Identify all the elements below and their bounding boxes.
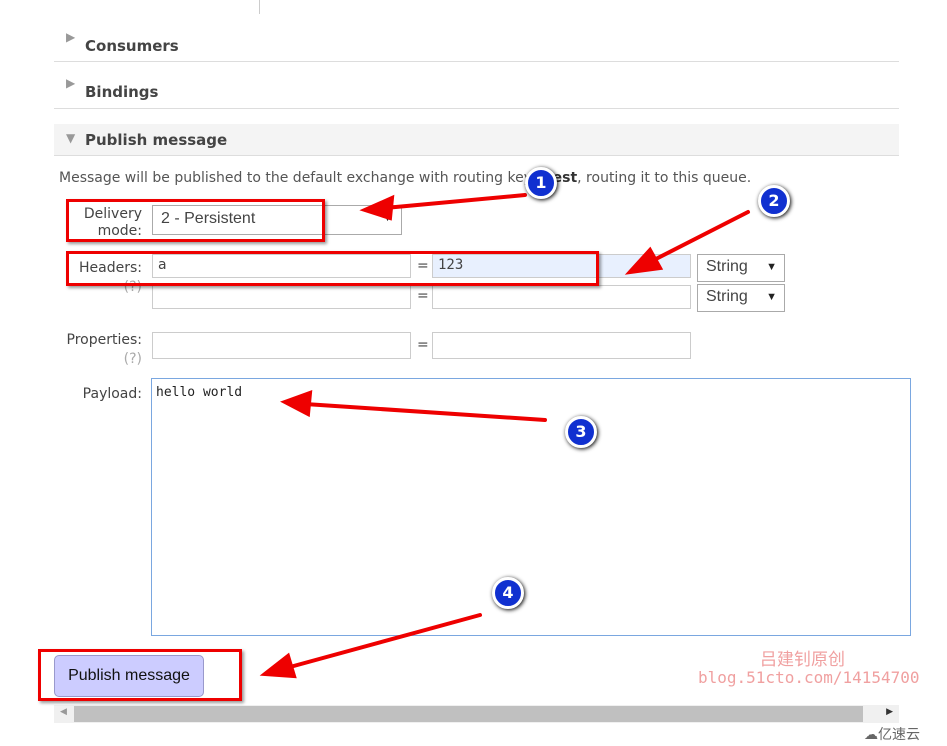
annotation-marker-3: 3 [565,416,597,448]
annotation-marker-2: 2 [758,185,790,217]
arrow-1 [383,193,527,210]
arrow-4-head [259,652,297,679]
arrow-2-head [624,246,664,275]
annotation-marker-1: 1 [525,167,557,199]
annotation-arrows [259,193,750,679]
arrow-4 [288,613,482,669]
arrow-1-head [359,194,395,221]
annotation-marker-4: 4 [492,577,524,609]
arrow-3 [303,402,547,422]
arrow-3-head [280,390,313,418]
arrow-2 [648,210,750,264]
